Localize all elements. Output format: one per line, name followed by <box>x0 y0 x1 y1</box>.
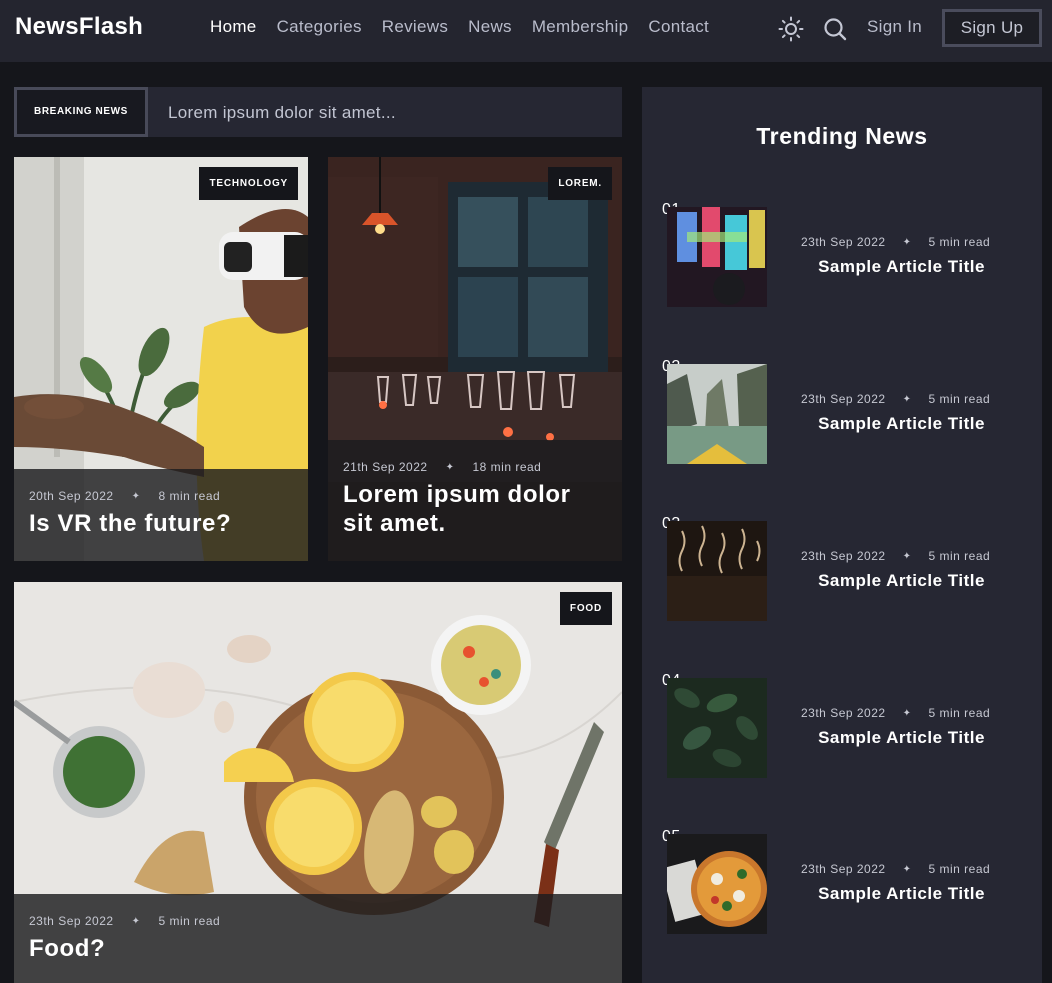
trending-thumbnail <box>667 678 767 778</box>
trending-sidebar: Trending News 01 23th Sep 2022 ✦ 5 min r… <box>642 87 1042 983</box>
article-meta: 21th Sep 2022 ✦ 18 min read <box>343 460 607 474</box>
article-meta: 23th Sep 2022 ✦ 5 min read <box>801 706 990 720</box>
separator-icon: ✦ <box>902 393 912 405</box>
read-time: 5 min read <box>158 914 221 928</box>
card-caption: 20th Sep 2022 ✦ 8 min read Is VR the fut… <box>14 469 308 561</box>
article-date: 23th Sep 2022 <box>801 862 886 876</box>
article-card-vr[interactable]: TECHNOLOGY 20th Sep 2022 ✦ 8 min read Is… <box>14 157 308 561</box>
trending-thumbnail <box>667 364 767 464</box>
article-date: 21th Sep 2022 <box>343 460 428 474</box>
trending-article-title[interactable]: Sample Article Title <box>801 884 1002 904</box>
trending-title: Trending News <box>756 123 928 149</box>
top-navbar: NewsFlash Home Categories Reviews News M… <box>0 0 1052 62</box>
article-card-lorem[interactable]: LOREM. 21th Sep 2022 ✦ 18 min read Lorem… <box>328 157 622 561</box>
trending-item[interactable]: 03 23th Sep 2022 ✦ 5 min read Sample Art… <box>642 515 1042 625</box>
article-meta: 23th Sep 2022 ✦ 5 min read <box>801 862 990 876</box>
read-time: 5 min read <box>928 392 991 406</box>
article-title[interactable]: Is VR the future? <box>29 509 293 538</box>
trending-article-title[interactable]: Sample Article Title <box>801 571 1002 591</box>
read-time: 18 min read <box>472 460 542 474</box>
trending-item[interactable]: 02 23th Sep 2022 ✦ 5 min read Sample Art… <box>642 358 1042 468</box>
trending-article-title[interactable]: Sample Article Title <box>801 257 1002 277</box>
read-time: 5 min read <box>928 862 991 876</box>
search-icon[interactable] <box>821 15 849 43</box>
main-nav: Home Categories Reviews News Membership … <box>200 17 719 37</box>
sign-up-button[interactable]: Sign Up <box>942 9 1042 47</box>
nav-home[interactable]: Home <box>200 17 267 37</box>
separator-icon: ✦ <box>131 490 141 502</box>
breaking-news-label: BREAKING NEWS <box>14 87 148 137</box>
read-time: 5 min read <box>928 235 991 249</box>
article-card-food[interactable]: FOOD 23th Sep 2022 ✦ 5 min read Food? <box>14 582 622 983</box>
nav-membership[interactable]: Membership <box>522 17 639 37</box>
separator-icon: ✦ <box>902 236 912 248</box>
trending-article-title[interactable]: Sample Article Title <box>801 728 1002 748</box>
sun-icon[interactable] <box>777 15 805 43</box>
trending-thumbnail <box>667 521 767 621</box>
nav-categories[interactable]: Categories <box>267 17 372 37</box>
article-meta: 23th Sep 2022 ✦ 5 min read <box>801 235 990 249</box>
article-date: 20th Sep 2022 <box>29 489 114 503</box>
sign-in-link[interactable]: Sign In <box>867 17 922 37</box>
article-date: 23th Sep 2022 <box>801 392 886 406</box>
category-tag[interactable]: LOREM. <box>548 167 612 200</box>
trending-thumbnail <box>667 207 767 307</box>
article-title[interactable]: Lorem ipsum dolor sit amet. <box>343 480 607 538</box>
category-tag[interactable]: FOOD <box>559 592 612 625</box>
breaking-news-text[interactable]: Lorem ipsum dolor sit amet... <box>168 103 396 123</box>
read-time: 5 min read <box>928 549 991 563</box>
separator-icon: ✦ <box>131 915 141 927</box>
read-time: 5 min read <box>928 706 991 720</box>
separator-icon: ✦ <box>902 863 912 875</box>
article-date: 23th Sep 2022 <box>801 235 886 249</box>
trending-thumbnail <box>667 834 767 934</box>
card-caption: 21th Sep 2022 ✦ 18 min read Lorem ipsum … <box>328 440 622 561</box>
article-meta: 23th Sep 2022 ✦ 5 min read <box>801 392 990 406</box>
article-meta: 23th Sep 2022 ✦ 5 min read <box>801 549 990 563</box>
trending-item[interactable]: 05 23th Sep 2022 ✦ 5 min read Sample Art… <box>642 828 1042 938</box>
separator-icon: ✦ <box>902 707 912 719</box>
article-date: 23th Sep 2022 <box>801 549 886 563</box>
breaking-news-bar: BREAKING NEWS Lorem ipsum dolor sit amet… <box>14 87 622 137</box>
separator-icon: ✦ <box>902 550 912 562</box>
separator-icon: ✦ <box>445 461 455 473</box>
article-title[interactable]: Food? <box>29 934 607 963</box>
nav-news[interactable]: News <box>458 17 522 37</box>
site-logo[interactable]: NewsFlash <box>15 13 143 41</box>
trending-article-title[interactable]: Sample Article Title <box>801 414 1002 434</box>
trending-item[interactable]: 04 23th Sep 2022 ✦ 5 min read Sample Art… <box>642 672 1042 782</box>
article-date: 23th Sep 2022 <box>29 914 114 928</box>
article-meta: 23th Sep 2022 ✦ 5 min read <box>29 914 607 928</box>
article-date: 23th Sep 2022 <box>801 706 886 720</box>
article-meta: 20th Sep 2022 ✦ 8 min read <box>29 489 293 503</box>
card-caption: 23th Sep 2022 ✦ 5 min read Food? <box>14 894 622 983</box>
read-time: 8 min read <box>158 489 221 503</box>
category-tag[interactable]: TECHNOLOGY <box>199 167 298 200</box>
trending-item[interactable]: 01 23th Sep 2022 ✦ 5 min read Sample Art… <box>642 201 1042 311</box>
nav-reviews[interactable]: Reviews <box>372 17 458 37</box>
nav-contact[interactable]: Contact <box>638 17 719 37</box>
